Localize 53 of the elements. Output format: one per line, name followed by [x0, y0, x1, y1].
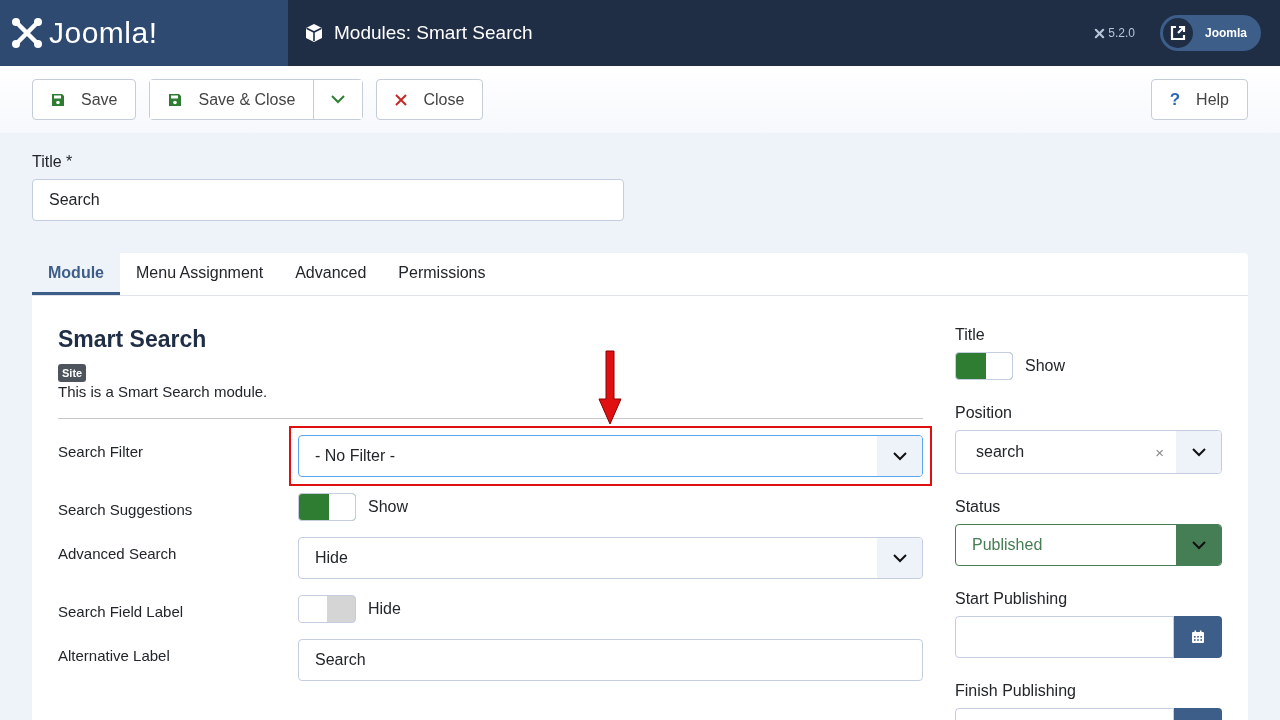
- select-field[interactable]: - No Filter -: [298, 435, 923, 477]
- field-label: Search Filter: [58, 442, 145, 462]
- toggle-label: Show: [368, 498, 409, 516]
- tab[interactable]: Menu Assignment: [120, 253, 280, 295]
- module-description: This is a Smart Search module.: [58, 383, 269, 400]
- tab[interactable]: Module: [32, 253, 120, 295]
- calendar-icon: [1191, 630, 1205, 644]
- external-link-icon: [1163, 18, 1193, 48]
- field-label: Alternative Label: [58, 646, 171, 666]
- site-link-button[interactable]: Joomla: [1160, 15, 1261, 51]
- toggle-switch[interactable]: [298, 595, 356, 623]
- toggle-switch[interactable]: [955, 352, 1013, 380]
- module-heading: Smart Search: [58, 326, 208, 353]
- field-label: Start Publishing: [955, 590, 1069, 608]
- field-label: Search Field Label: [58, 602, 185, 622]
- toggle-label: Show: [1025, 357, 1066, 375]
- position-select[interactable]: search ×: [955, 430, 1222, 474]
- select-field[interactable]: Hide: [298, 537, 923, 579]
- field-label: Title: [955, 326, 986, 344]
- close-icon: [395, 93, 408, 106]
- toggle-switch[interactable]: [298, 493, 356, 521]
- chevron-down-icon: [331, 95, 346, 104]
- clear-icon[interactable]: ×: [1155, 443, 1164, 461]
- field-label: Title *: [32, 153, 74, 171]
- calendar-button[interactable]: [1174, 616, 1222, 658]
- field-label: Search Suggestions: [58, 500, 194, 520]
- status-select[interactable]: Published: [955, 524, 1222, 566]
- tab[interactable]: Advanced: [279, 253, 383, 295]
- page-title: Modules: Smart Search: [334, 22, 533, 44]
- question-mark-icon: ?: [1169, 89, 1181, 110]
- version-text: 5.2.0: [1108, 26, 1135, 40]
- date-field[interactable]: [955, 616, 1174, 658]
- save-button[interactable]: Save: [32, 79, 137, 120]
- field-label: Advanced Search: [58, 544, 178, 564]
- joomla-logo-icon: [11, 17, 43, 49]
- chevron-down-icon: [892, 553, 907, 563]
- site-badge: Site: [58, 364, 87, 382]
- chevron-down-icon: [1191, 540, 1206, 550]
- chevron-down-icon: [892, 451, 907, 461]
- tab[interactable]: Permissions: [382, 253, 502, 295]
- joomla-logo-icon: [1094, 27, 1106, 39]
- field-label: Status: [955, 498, 1002, 516]
- close-button[interactable]: Close: [376, 79, 484, 120]
- help-button[interactable]: ? Help: [1150, 79, 1248, 120]
- dropdown-toggle-button[interactable]: [313, 80, 363, 119]
- cube-icon: [304, 23, 324, 43]
- input-field[interactable]: Search: [298, 639, 923, 681]
- chevron-down-icon: [1191, 447, 1206, 457]
- joomla-logo-text: Joomla!: [49, 16, 158, 50]
- field-label: Finish Publishing: [955, 682, 1077, 700]
- toggle-label: Hide: [368, 600, 401, 618]
- field-label: Position: [955, 404, 1013, 422]
- title-field[interactable]: Search: [32, 179, 624, 221]
